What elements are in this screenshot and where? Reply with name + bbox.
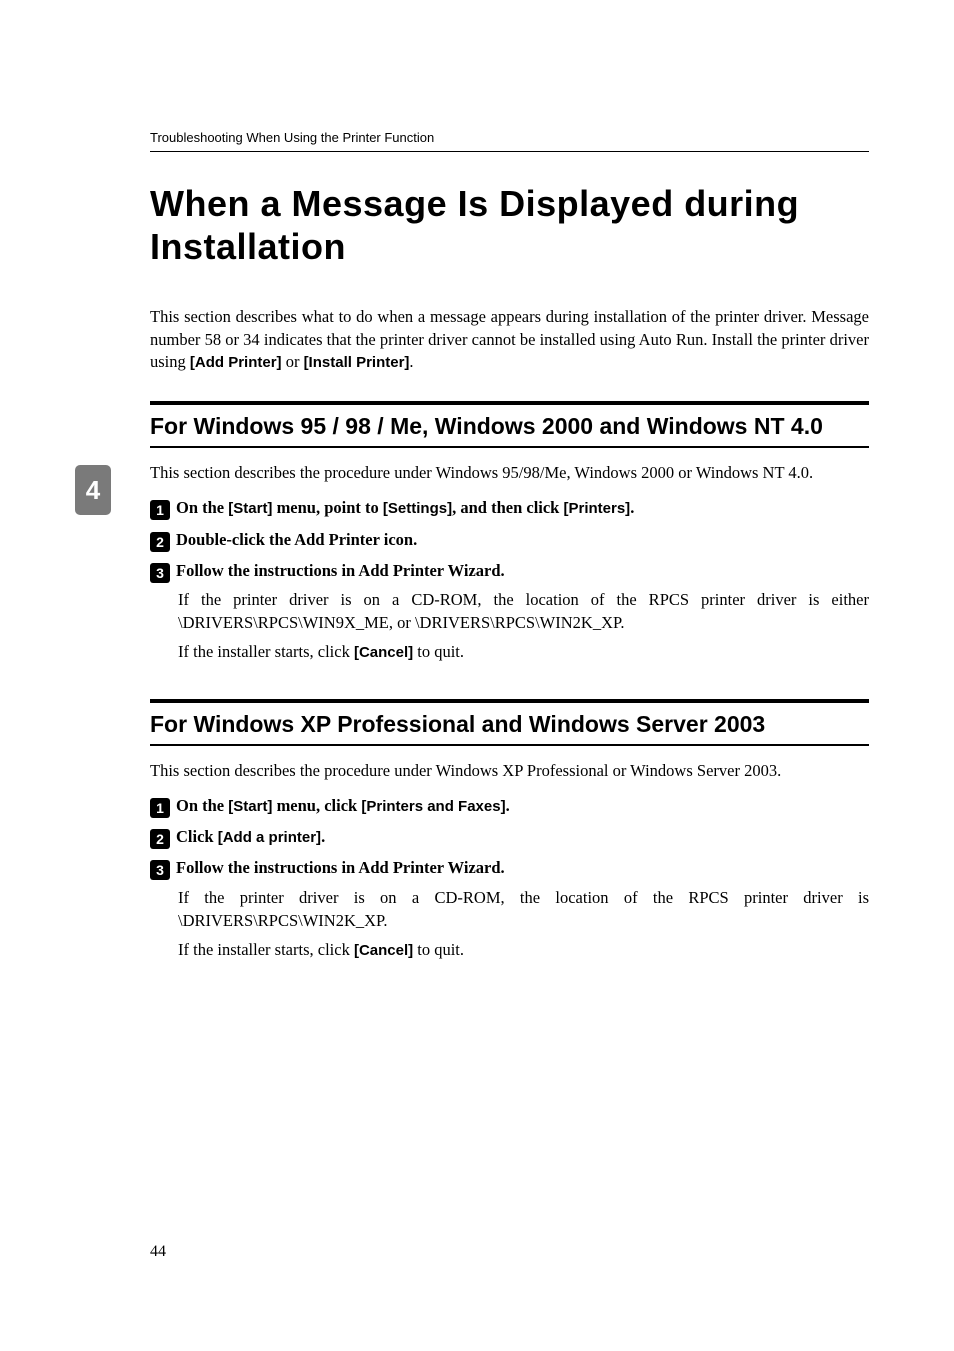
header-breadcrumb: Troubleshooting When Using the Printer F… [150, 130, 869, 152]
s2s2-t2: . [321, 827, 325, 846]
s2s1-t2: menu, click [272, 796, 361, 815]
s2s2-t1: Click [176, 827, 218, 846]
intro-text-3: . [409, 352, 413, 371]
install-printer-label: [Install Printer] [304, 354, 410, 371]
step1-text: On the [Start] menu, point to [Settings]… [176, 496, 634, 519]
start-menu-label: [Start] [228, 798, 272, 815]
s2s1-t3: . [506, 796, 510, 815]
s2-step3-text: Follow the instructions in Add Printer W… [176, 856, 505, 879]
section1-step2: 2 Double-click the Add Printer icon. [150, 528, 869, 551]
s1s3-b2b: to quit. [413, 642, 464, 661]
s2-step3-body: If the printer driver is on a CD-ROM, th… [178, 886, 869, 961]
step-number-icon: 2 [150, 532, 170, 552]
cancel-label: [Cancel] [354, 942, 413, 959]
intro-text-2: or [282, 352, 304, 371]
cancel-label: [Cancel] [354, 644, 413, 661]
settings-label: [Settings] [383, 500, 452, 517]
s1s1-t2: menu, point to [272, 498, 382, 517]
section-heading-win9598: For Windows 95 / 98 / Me, Windows 2000 a… [150, 401, 869, 448]
section1-step3: 3 Follow the instructions in Add Printer… [150, 559, 869, 663]
s1s1-t3: , and then click [452, 498, 563, 517]
s2-step2-text: Click [Add a printer]. [176, 825, 325, 848]
s2s3-b2b: to quit. [413, 940, 464, 959]
section2-step3: 3 Follow the instructions in Add Printer… [150, 856, 869, 960]
step-number-icon: 3 [150, 860, 170, 880]
section1-step1: 1 On the [Start] menu, point to [Setting… [150, 496, 869, 519]
add-printer-label: [Add Printer] [190, 354, 282, 371]
s1s1-t4: . [630, 498, 634, 517]
s1s1-t1: On the [176, 498, 228, 517]
s2-step1-text: On the [Start] menu, click [Printers and… [176, 794, 510, 817]
step3-body-line1: If the printer driver is on a CD-ROM, th… [178, 588, 869, 634]
step3-body: If the printer driver is on a CD-ROM, th… [178, 588, 869, 663]
step3-body-line2: If the installer starts, click [Cancel] … [178, 640, 869, 663]
page-content: Troubleshooting When Using the Printer F… [0, 0, 954, 961]
step3-text: Follow the instructions in Add Printer W… [176, 559, 505, 582]
section2-step1: 1 On the [Start] menu, click [Printers a… [150, 794, 869, 817]
step2-text: Double-click the Add Printer icon. [176, 528, 417, 551]
s2-step3-body-line2: If the installer starts, click [Cancel] … [178, 938, 869, 961]
s2-step3-body-line1: If the printer driver is on a CD-ROM, th… [178, 886, 869, 932]
section1-intro: This section describes the procedure und… [150, 462, 869, 484]
printers-faxes-label: [Printers and Faxes] [361, 798, 505, 815]
step-number-icon: 1 [150, 500, 170, 520]
s2s3-b2a: If the installer starts, click [178, 940, 354, 959]
intro-paragraph: This section describes what to do when a… [150, 306, 869, 373]
printers-label: [Printers] [564, 500, 631, 517]
add-a-printer-label: [Add a printer] [218, 829, 321, 846]
s1s3-b2a: If the installer starts, click [178, 642, 354, 661]
step-number-icon: 2 [150, 829, 170, 849]
page-number: 44 [150, 1243, 166, 1261]
start-menu-label: [Start] [228, 500, 272, 517]
page-title: When a Message Is Displayed during Insta… [150, 182, 869, 268]
section-heading-winxp: For Windows XP Professional and Windows … [150, 699, 869, 746]
s2s1-t1: On the [176, 796, 228, 815]
chapter-tab: 4 [75, 465, 111, 515]
step-number-icon: 1 [150, 798, 170, 818]
step-number-icon: 3 [150, 563, 170, 583]
section2-intro: This section describes the procedure und… [150, 760, 869, 782]
section2-step2: 2 Click [Add a printer]. [150, 825, 869, 848]
